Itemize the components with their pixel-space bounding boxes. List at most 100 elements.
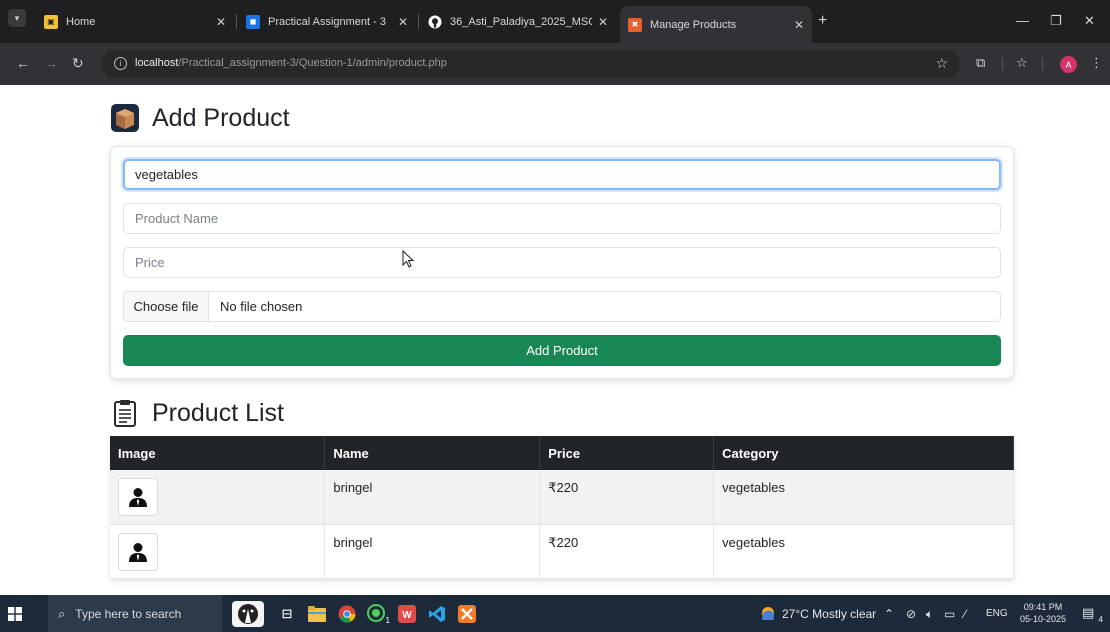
product-category-cell: vegetables — [713, 524, 1014, 579]
product-thumbnail — [118, 532, 158, 571]
extensions-icon[interactable]: ⧉ — [976, 55, 985, 71]
product-image-cell — [110, 470, 326, 525]
choose-file-button[interactable]: Choose file — [124, 292, 209, 321]
clock-time: 09:41 PM — [1023, 602, 1063, 612]
tab-label: Manage Products — [650, 18, 737, 31]
restore-icon[interactable]: ❐ — [1050, 13, 1062, 29]
url-text: localhost/Practical_assignment-3/Questio… — [135, 57, 447, 69]
product-price-cell: ₹220 — [539, 524, 715, 579]
file-status-text: No file chosen — [220, 299, 303, 314]
github-favicon-icon — [428, 15, 442, 29]
classroom-favicon-icon: ◼ — [246, 14, 260, 29]
mouse-cursor-icon — [402, 250, 414, 268]
clock[interactable]: 09:41 PM 05-10-2025 — [1020, 601, 1066, 625]
profile-avatar[interactable]: A — [1060, 56, 1077, 73]
tab-divider — [236, 14, 237, 29]
column-header-price: Price — [539, 436, 715, 470]
image-file-input[interactable]: Choose file No file chosen — [123, 291, 1001, 322]
home-favicon-icon: ▣ — [44, 14, 58, 29]
tab-search-icon[interactable]: ▾ — [8, 9, 26, 27]
table-header-row: Image Name Price Category — [110, 436, 1014, 470]
whatsapp-badge: 1 — [385, 616, 390, 625]
battery-icon[interactable]: ▭ — [944, 607, 955, 621]
browser-toolbar: ← → ↻ i localhost/Practical_assignment-3… — [0, 43, 1110, 85]
tab-github-repo[interactable]: 36_Asti_Paladiya_2025_MSCICT ✕ — [420, 6, 616, 37]
tuxedo-mascot-icon[interactable] — [232, 601, 264, 627]
network-icon[interactable]: ⊘ — [906, 607, 916, 621]
notification-icon[interactable]: ▤ 4 — [1082, 605, 1103, 624]
page-title: Add Product — [152, 103, 290, 132]
table-row: bringel ₹220 vegetables — [110, 524, 1014, 579]
windows-start-icon[interactable] — [8, 607, 22, 621]
toolbar-divider — [1002, 58, 1003, 71]
product-price-cell: ₹220 — [539, 470, 715, 525]
close-icon[interactable]: ✕ — [398, 15, 408, 29]
window-close-icon[interactable]: ✕ — [1084, 13, 1095, 29]
svg-text:W: W — [402, 610, 412, 621]
search-placeholder: Type here to search — [75, 606, 182, 621]
column-header-name: Name — [324, 436, 541, 470]
close-icon[interactable]: ✕ — [216, 15, 226, 29]
bookmarks-icon[interactable]: ☆ — [1016, 55, 1028, 71]
product-name-cell: bringel — [324, 524, 541, 579]
tab-divider — [418, 14, 419, 29]
product-table: Image Name Price Category bringel ₹220 v… — [110, 436, 1014, 579]
xampp-favicon-icon: ✖ — [628, 17, 642, 32]
clipboard-icon — [114, 400, 136, 427]
chrome-icon[interactable] — [334, 601, 360, 627]
tray-overflow-icon[interactable]: ⌃ — [884, 607, 894, 621]
page-content: Add Product Choose file No file chosen A… — [0, 85, 1110, 595]
add-product-form: Choose file No file chosen Add Product — [110, 146, 1014, 379]
url-host: localhost — [135, 57, 179, 69]
user-placeholder-icon — [129, 542, 147, 562]
notification-count: 4 — [1098, 615, 1103, 624]
volume-icon[interactable]: 🔈︎ — [926, 607, 933, 622]
whatsapp-icon[interactable]: 1 — [364, 601, 390, 627]
close-icon[interactable]: ✕ — [794, 18, 804, 32]
product-category-cell: vegetables — [713, 470, 1014, 525]
back-icon[interactable]: ← — [16, 55, 30, 71]
new-tab-icon[interactable]: + — [818, 12, 827, 30]
product-list-heading: Product List — [110, 398, 284, 428]
toolbar-divider — [1042, 58, 1043, 71]
pen-icon[interactable]: ⁄ — [964, 607, 966, 621]
forward-icon[interactable]: → — [44, 55, 58, 71]
add-product-heading: Add Product — [110, 103, 290, 133]
user-placeholder-icon — [129, 488, 147, 507]
taskbar-search-box[interactable]: ⌕ Type here to search — [48, 595, 222, 632]
reload-icon[interactable]: ↻ — [72, 55, 84, 72]
price-input[interactable] — [123, 247, 1001, 278]
wps-office-icon[interactable]: W — [394, 601, 420, 627]
column-header-category: Category — [713, 436, 1014, 470]
weather-icon[interactable] — [760, 606, 776, 622]
more-menu-icon[interactable]: ⋮ — [1090, 55, 1103, 71]
url-path: /Practical_assignment-3/Question-1/admin… — [178, 57, 447, 69]
package-icon — [111, 104, 139, 132]
tab-label: Practical Assignment - 3 — [268, 15, 386, 28]
xampp-icon[interactable] — [454, 601, 480, 627]
tab-label: Home — [66, 15, 96, 28]
add-product-button[interactable]: Add Product — [123, 335, 1001, 366]
tab-home[interactable]: ▣ Home ✕ — [36, 6, 234, 37]
product-image-cell — [110, 524, 326, 579]
weather-text[interactable]: 27°C Mostly clear — [782, 607, 876, 621]
category-input[interactable] — [123, 159, 1001, 190]
section-title: Product List — [152, 398, 285, 427]
language-indicator[interactable]: ENG — [986, 608, 1008, 619]
column-header-image: Image — [110, 436, 326, 470]
bookmark-star-icon[interactable]: ☆ — [935, 55, 948, 72]
product-thumbnail — [118, 478, 158, 516]
address-bar[interactable]: i localhost/Practical_assignment-3/Quest… — [102, 50, 960, 78]
vscode-icon[interactable] — [424, 601, 450, 627]
task-view-icon[interactable]: ⊟ — [274, 601, 300, 627]
search-icon: ⌕ — [58, 605, 66, 621]
product-name-input[interactable] — [123, 203, 1001, 234]
close-icon[interactable]: ✕ — [598, 15, 608, 29]
minimize-icon[interactable]: — — [1016, 13, 1029, 28]
product-name-cell: bringel — [324, 470, 541, 525]
clock-date: 05-10-2025 — [1020, 614, 1067, 624]
tab-manage-products[interactable]: ✖ Manage Products ✕ — [620, 6, 812, 43]
file-explorer-icon[interactable] — [304, 601, 330, 627]
tab-practical-assignment[interactable]: ◼ Practical Assignment - 3 ✕ — [238, 6, 416, 37]
site-info-icon[interactable]: i — [114, 57, 127, 70]
